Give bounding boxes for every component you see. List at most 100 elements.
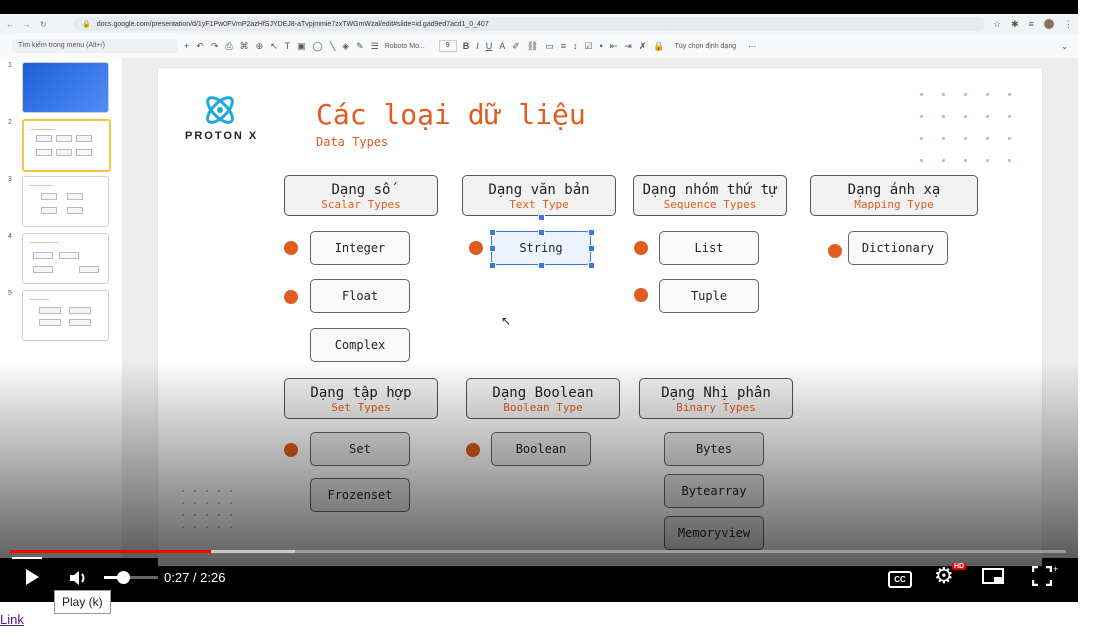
bulleted-list-icon[interactable]: • <box>600 41 603 52</box>
thumbnail-1[interactable]: 1 <box>8 62 109 113</box>
link-icon[interactable]: ⛓ <box>527 41 538 52</box>
item-list[interactable]: List <box>659 231 759 265</box>
play-button[interactable] <box>24 568 40 589</box>
settings-gear-icon[interactable]: ⚙ <box>934 565 954 587</box>
item-boolean[interactable]: Boolean <box>491 432 591 466</box>
back-arrow-icon[interactable]: ← <box>6 20 14 29</box>
indent-increase-icon[interactable]: ⇥ <box>624 41 632 52</box>
bold-icon[interactable]: B <box>463 41 470 52</box>
extensions-icon[interactable]: ✱ <box>1011 19 1019 30</box>
add-icon[interactable]: + <box>1053 560 1058 578</box>
item-bytes[interactable]: Bytes <box>664 432 764 466</box>
profile-avatar[interactable] <box>1043 18 1054 29</box>
zoom-icon[interactable]: ⊕ <box>256 41 264 52</box>
item-dictionary[interactable]: Dictionary <box>848 231 948 265</box>
textbox-icon[interactable]: T <box>285 41 291 52</box>
category-sequence[interactable]: Dạng nhóm thứ tự Sequence Types <box>633 175 787 216</box>
indent-decrease-icon[interactable]: ⇤ <box>610 41 618 52</box>
selection-handle[interactable] <box>538 229 545 236</box>
menu-search-input[interactable]: Tìm kiếm trong menu (Alt+/) <box>12 39 178 53</box>
reload-icon[interactable]: ↻ <box>40 20 47 29</box>
font-size-input[interactable]: 9 <box>438 40 457 52</box>
thumbnail-3[interactable]: 3 ————— <box>8 176 109 227</box>
bullet-dot <box>469 241 483 255</box>
highlight-icon[interactable]: ✐ <box>512 41 520 52</box>
checklist-icon[interactable]: ☑ <box>585 41 593 52</box>
volume-knob[interactable] <box>117 571 130 584</box>
new-slide-icon[interactable]: + <box>184 41 189 52</box>
line-icon[interactable]: ╲ <box>330 41 335 52</box>
text-color-icon[interactable]: A <box>499 41 505 52</box>
collapse-chevron-icon[interactable]: ⌄ <box>1061 42 1068 51</box>
underline-icon[interactable]: U <box>486 41 493 52</box>
shape-icon[interactable]: ◯ <box>313 41 323 52</box>
fullscreen-button[interactable] <box>1031 565 1053 589</box>
bullet-dot <box>284 290 298 304</box>
selection-handle[interactable] <box>489 262 496 269</box>
progress-bar[interactable] <box>10 550 1066 553</box>
item-complex[interactable]: Complex <box>310 328 410 362</box>
media-icon[interactable]: ≡ <box>1029 19 1034 30</box>
category-mapping[interactable]: Dạng ánh xạ Mapping Type <box>810 175 978 216</box>
address-bar[interactable]: 🔒 docs.google.com/presentation/d/1yF1Pw0… <box>74 17 985 31</box>
align-icon[interactable]: ≡ <box>561 41 566 52</box>
item-frozenset[interactable]: Frozenset <box>310 478 410 512</box>
mute-button[interactable] <box>68 569 92 590</box>
miniplayer-icon <box>994 577 1003 583</box>
bookmark-star-icon[interactable]: ☆ <box>993 19 1001 30</box>
category-binary[interactable]: Dạng Nhị phân Binary Types <box>639 378 793 419</box>
selection-handle[interactable] <box>588 262 595 269</box>
selection-handle[interactable] <box>588 245 595 252</box>
lock-icon[interactable]: 🔒 <box>653 41 664 52</box>
video-player[interactable]: ← → ↻ 🔒 docs.google.com/presentation/d/1… <box>0 0 1078 602</box>
font-select[interactable]: Roboto Mo... <box>385 43 433 50</box>
category-scalar[interactable]: Dạng số Scalar Types <box>284 175 438 216</box>
subtitles-button[interactable]: CC <box>888 571 912 588</box>
select-cursor-icon[interactable]: ↖ <box>270 41 278 52</box>
item-float[interactable]: Float <box>310 279 410 313</box>
fill-color-icon[interactable]: ◈ <box>342 41 349 52</box>
italic-icon[interactable]: I <box>476 41 479 52</box>
comment-icon[interactable]: ▭ <box>545 41 554 52</box>
thumbnail-5[interactable]: 5 ———— <box>8 290 109 341</box>
bullet-dot <box>634 241 648 255</box>
item-string[interactable]: String <box>491 231 591 265</box>
thumbnail-2[interactable]: 2 ————— <box>8 119 111 172</box>
item-memoryview[interactable]: Memoryview <box>664 516 764 550</box>
selection-handle[interactable] <box>538 214 545 221</box>
slide[interactable]: PROTON X Các loại dữ liệu Data Types Dạn… <box>158 68 1042 566</box>
item-integer[interactable]: Integer <box>310 231 410 265</box>
selection-handle[interactable] <box>588 229 595 236</box>
selection-handle[interactable] <box>538 262 545 269</box>
paint-format-icon[interactable]: ⌘ <box>240 41 249 52</box>
category-text[interactable]: Dạng văn bản Text Type <box>462 175 616 216</box>
selection-handle[interactable] <box>489 245 496 252</box>
image-icon[interactable]: ▣ <box>297 41 306 52</box>
redo-icon[interactable]: ↷ <box>211 41 219 52</box>
category-english: Mapping Type <box>854 198 934 211</box>
thumbnail-4[interactable]: 4 —————— <box>8 233 109 284</box>
category-boolean[interactable]: Dạng Boolean Boolean Type <box>466 378 620 419</box>
clear-format-icon[interactable]: ✗ <box>639 41 647 52</box>
logo-text: PROTON X <box>185 130 259 142</box>
footer-link[interactable]: Link <box>0 612 24 627</box>
more-icon[interactable]: ⋯ <box>748 42 756 51</box>
miniplayer-button[interactable] <box>982 568 1004 584</box>
kebab-menu-icon[interactable]: ⋮ <box>1064 19 1073 30</box>
thumb-shape <box>39 307 61 314</box>
thumb-shape <box>76 135 92 142</box>
format-options-button[interactable]: Tùy chọn định dạng <box>675 43 737 50</box>
undo-icon[interactable]: ↶ <box>196 41 204 52</box>
item-bytearray[interactable]: Bytearray <box>664 474 764 508</box>
category-set[interactable]: Dạng tập hợp Set Types <box>284 378 438 419</box>
border-weight-icon[interactable]: ☰ <box>371 41 379 52</box>
item-tuple[interactable]: Tuple <box>659 279 759 313</box>
border-color-icon[interactable]: ✎ <box>356 41 364 52</box>
forward-arrow-icon[interactable]: → <box>23 20 31 29</box>
line-spacing-icon[interactable]: ↕ <box>573 41 578 52</box>
selection-handle[interactable] <box>489 229 496 236</box>
print-icon[interactable]: ⎙ <box>225 41 232 52</box>
fullscreen-icon <box>1031 565 1053 587</box>
item-set[interactable]: Set <box>310 432 410 466</box>
volume-slider[interactable] <box>104 576 158 579</box>
